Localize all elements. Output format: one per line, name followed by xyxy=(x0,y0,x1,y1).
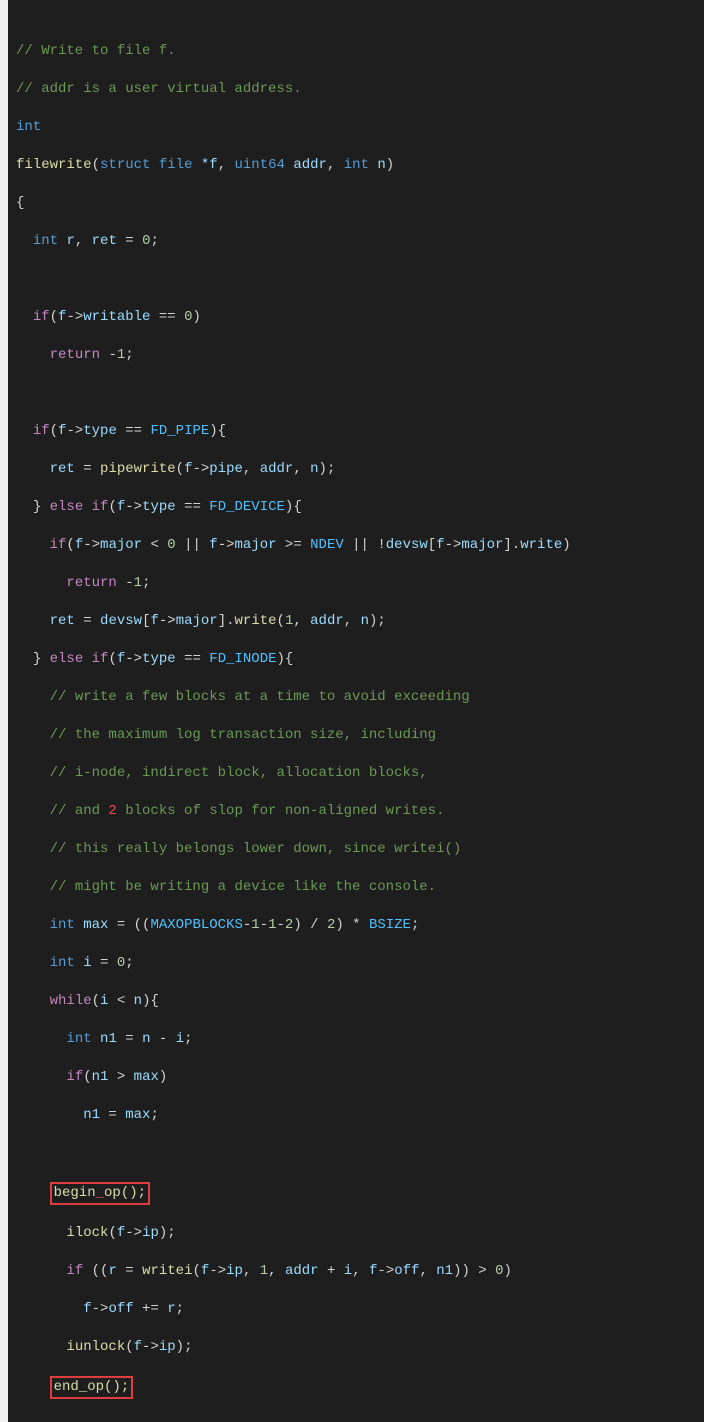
code-line xyxy=(16,1144,700,1163)
code-line: // might be writing a device like the co… xyxy=(16,878,700,897)
gutter xyxy=(0,0,8,1422)
code-line: iunlock(f->ip); xyxy=(16,1338,700,1357)
code-line: while(i < n){ xyxy=(16,992,700,1011)
comment: // Write to file f. xyxy=(16,43,176,59)
code-line: if(f->major < 0 || f->major >= NDEV || !… xyxy=(16,536,700,555)
code-editor: // Write to file f. // addr is a user vi… xyxy=(0,0,704,1422)
code-line xyxy=(16,270,700,289)
code-line: return -1; xyxy=(16,574,700,593)
code-line: // the maximum log transaction size, inc… xyxy=(16,726,700,745)
code-line: // Write to file f. xyxy=(16,42,700,61)
code-line: ilock(f->ip); xyxy=(16,1224,700,1243)
code-line: ret = devsw[f->major].write(1, addr, n); xyxy=(16,612,700,631)
comment: // addr is a user virtual address. xyxy=(16,81,302,97)
code-line: // and 2 blocks of slop for non-aligned … xyxy=(16,802,700,821)
code-line: if(f->writable == 0) xyxy=(16,308,700,327)
code-line: int n1 = n - i; xyxy=(16,1030,700,1049)
code-line: // write a few blocks at a time to avoid… xyxy=(16,688,700,707)
code-line: filewrite(struct file *f, uint64 addr, i… xyxy=(16,156,700,175)
code-line: f->off += r; xyxy=(16,1300,700,1319)
code-line: ret = pipewrite(f->pipe, addr, n); xyxy=(16,460,700,479)
code-line: if(n1 > max) xyxy=(16,1068,700,1087)
code-line xyxy=(16,384,700,403)
highlight-end-op: end_op(); xyxy=(50,1376,134,1399)
func-name: filewrite xyxy=(16,157,92,173)
code-line: begin_op(); xyxy=(16,1182,700,1205)
code-line: int max = ((MAXOPBLOCKS-1-1-2) / 2) * BS… xyxy=(16,916,700,935)
code-line: { xyxy=(16,194,700,213)
code-line: // addr is a user virtual address. xyxy=(16,80,700,99)
type-kw: int xyxy=(16,119,41,135)
code-line: if(f->type == FD_PIPE){ xyxy=(16,422,700,441)
code-line: int r, ret = 0; xyxy=(16,232,700,251)
code-line: int xyxy=(16,118,700,137)
code-line: return -1; xyxy=(16,346,700,365)
code-line: int i = 0; xyxy=(16,954,700,973)
code-line: end_op(); xyxy=(16,1376,700,1399)
code-line: if ((r = writei(f->ip, 1, addr + i, f->o… xyxy=(16,1262,700,1281)
code-line: } else if(f->type == FD_DEVICE){ xyxy=(16,498,700,517)
code-line: n1 = max; xyxy=(16,1106,700,1125)
code-line: // this really belongs lower down, since… xyxy=(16,840,700,859)
code-line: // i-node, indirect block, allocation bl… xyxy=(16,764,700,783)
highlight-begin-op: begin_op(); xyxy=(50,1182,150,1205)
code-line: } else if(f->type == FD_INODE){ xyxy=(16,650,700,669)
